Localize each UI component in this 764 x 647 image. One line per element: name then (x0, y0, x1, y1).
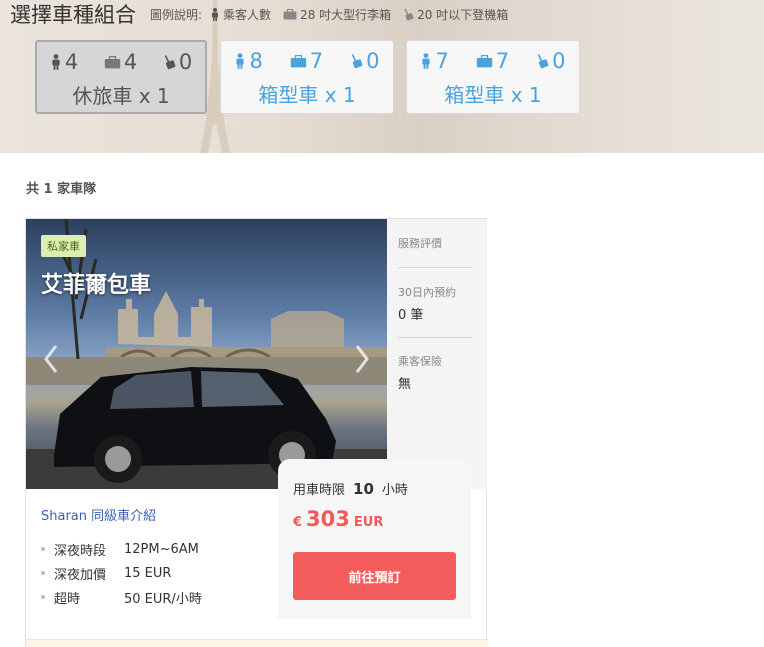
luggage-count: 7 (495, 49, 510, 73)
car-intro-link[interactable]: Sharan 同級車介紹 (41, 509, 156, 524)
carry-on-count: 0 (552, 49, 566, 73)
page-title: 選擇車種組合 (10, 3, 136, 27)
carry-on-icon (536, 53, 549, 69)
insurance-label: 乘客保險 (398, 355, 442, 368)
combo-option-van-1[interactable]: 8 7 0 箱型車 x 1 (220, 40, 394, 114)
passenger-count: 4 (64, 50, 79, 74)
legend-passengers: 乘客人數 (210, 6, 271, 23)
price-box: 用車時限 10 小時 €303 EUR 前往預訂 (278, 459, 471, 619)
usage-limit: 用車時限 10 小時 (293, 480, 408, 498)
legend-carry-on: 20 吋以下登機箱 (403, 6, 508, 23)
list-item: 深夜加價 15 EUR (41, 561, 202, 585)
carry-on-icon (403, 8, 414, 21)
car-info: Sharan 同級車介紹 (41, 505, 156, 524)
carry-on-count: 0 (178, 50, 193, 74)
limit-hours: 10 (353, 480, 374, 498)
person-icon (50, 53, 62, 71)
suitcase-icon (476, 54, 493, 68)
person-icon (210, 7, 220, 21)
title-row: 選擇車種組合 圖例說明: 乘客人數 28 吋大型行李箱 20 吋以下登機箱 (10, 0, 520, 28)
fleet-card: 私家車 艾菲爾包車 服務評價 30日內預約 0 筆 乘客保險 無 Sharan … (25, 218, 488, 647)
currency-symbol: € (293, 515, 303, 530)
bullet (41, 547, 45, 551)
suitcase-icon (104, 55, 121, 69)
vehicle-photo: 私家車 艾菲爾包車 (26, 219, 387, 489)
combo-option-van-2[interactable]: 7 7 0 箱型車 x 1 (406, 40, 580, 114)
vehicle-photo-art (26, 219, 387, 489)
bookings-label: 30日內預約 (398, 286, 456, 299)
passenger-count: 8 (249, 49, 263, 73)
divider (398, 337, 472, 338)
combo-label: 箱型車 x 1 (258, 83, 356, 107)
carry-on-count: 0 (366, 49, 380, 73)
list-item: 超時 50 EUR/小時 (41, 585, 202, 609)
photo-prev-button[interactable] (40, 341, 62, 377)
insurance-block: 乘客保險 無 (398, 353, 472, 392)
currency-code: EUR (353, 515, 384, 530)
spec-list: 深夜時段 12PM~6AM 深夜加價 15 EUR 超時 50 EUR/小時 (41, 537, 202, 609)
suitcase-icon (290, 54, 307, 68)
person-icon (234, 52, 246, 70)
luggage-count: 4 (123, 50, 138, 74)
result-count: 共 1 家車隊 (26, 182, 97, 197)
card-footer (26, 639, 488, 647)
chevron-right-icon (355, 345, 369, 373)
carry-on-icon (350, 53, 363, 69)
header-banner: 選擇車種組合 圖例說明: 乘客人數 28 吋大型行李箱 20 吋以下登機箱 4 (0, 0, 764, 153)
vehicle-type-badge: 私家車 (41, 235, 86, 257)
chevron-left-icon (44, 345, 58, 373)
rating-label: 服務評價 (398, 237, 442, 250)
passenger-count: 7 (435, 49, 449, 73)
person-icon (420, 52, 432, 70)
combo-option-suv[interactable]: 4 4 0 休旅車 x 1 (35, 40, 207, 114)
legend-large-luggage: 28 吋大型行李箱 (283, 6, 391, 23)
suitcase-icon (283, 8, 297, 20)
book-button[interactable]: 前往預訂 (293, 552, 456, 600)
rating-block: 服務評價 (398, 235, 472, 251)
divider (398, 267, 472, 268)
photo-next-button[interactable] (351, 341, 373, 377)
bullet (41, 595, 45, 599)
carry-on-icon (163, 54, 176, 70)
list-item: 深夜時段 12PM~6AM (41, 537, 202, 561)
luggage-count: 7 (309, 49, 324, 73)
price: €303 EUR (293, 507, 383, 531)
bullet (41, 571, 45, 575)
price-amount: 303 (306, 507, 350, 531)
bookings-value: 0 筆 (398, 308, 424, 323)
fleet-stats-panel: 服務評價 30日內預約 0 筆 乘客保險 無 (387, 219, 487, 489)
combo-label: 箱型車 x 1 (444, 83, 542, 107)
legend-label: 圖例說明: (150, 7, 203, 22)
bookings-block: 30日內預約 0 筆 (398, 284, 472, 323)
insurance-value: 無 (398, 377, 412, 392)
combo-label: 休旅車 x 1 (72, 84, 170, 108)
fleet-name: 艾菲爾包車 (41, 273, 152, 298)
